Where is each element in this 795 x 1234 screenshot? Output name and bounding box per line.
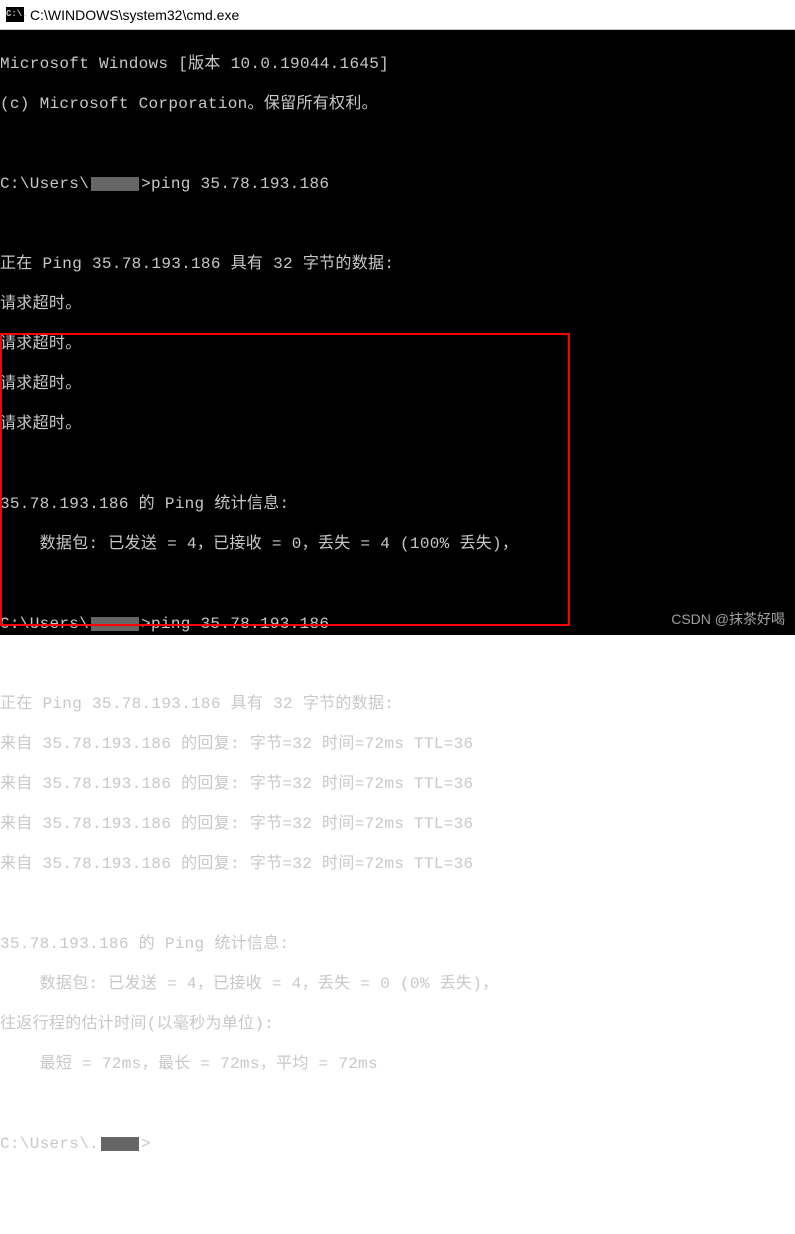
stats-header: 35.78.193.186 的 Ping 统计信息: xyxy=(0,494,795,514)
reply-line: 来自 35.78.193.186 的回复: 字节=32 时间=72ms TTL=… xyxy=(0,774,795,794)
titlebar: C:\. C:\WINDOWS\system32\cmd.exe xyxy=(0,0,795,30)
prompt-line: C:\Users\.> xyxy=(0,1134,795,1154)
blank-line xyxy=(0,214,795,234)
ping-header: 正在 Ping 35.78.193.186 具有 32 字节的数据: xyxy=(0,254,795,274)
timeout-line: 请求超时。 xyxy=(0,294,795,314)
timeout-line: 请求超时。 xyxy=(0,374,795,394)
blank-line xyxy=(0,454,795,474)
reply-line: 来自 35.78.193.186 的回复: 字节=32 时间=72ms TTL=… xyxy=(0,814,795,834)
stats-packets: 数据包: 已发送 = 4，已接收 = 0，丢失 = 4 (100% 丢失)， xyxy=(0,534,795,554)
header-line: Microsoft Windows [版本 10.0.19044.1645] xyxy=(0,54,795,74)
timeout-line: 请求超时。 xyxy=(0,334,795,354)
rtt-header: 往返行程的估计时间(以毫秒为单位): xyxy=(0,1014,795,1034)
stats-header: 35.78.193.186 的 Ping 统计信息: xyxy=(0,934,795,954)
blank-line xyxy=(0,574,795,594)
redacted-username xyxy=(101,1137,139,1151)
stats-packets: 数据包: 已发送 = 4，已接收 = 4，丢失 = 0 (0% 丢失)， xyxy=(0,974,795,994)
timeout-line: 请求超时。 xyxy=(0,414,795,434)
window-title: C:\WINDOWS\system32\cmd.exe xyxy=(30,7,239,23)
cmd-icon: C:\. xyxy=(6,7,24,22)
rtt-values: 最短 = 72ms，最长 = 72ms，平均 = 72ms xyxy=(0,1054,795,1074)
blank-line xyxy=(0,1094,795,1114)
blank-line xyxy=(0,134,795,154)
reply-line: 来自 35.78.193.186 的回复: 字节=32 时间=72ms TTL=… xyxy=(0,854,795,874)
copyright-line: (c) Microsoft Corporation。保留所有权利。 xyxy=(0,94,795,114)
redacted-username xyxy=(91,617,139,631)
terminal-area[interactable]: Microsoft Windows [版本 10.0.19044.1645] (… xyxy=(0,30,795,635)
blank-line xyxy=(0,894,795,914)
ping-header: 正在 Ping 35.78.193.186 具有 32 字节的数据: xyxy=(0,694,795,714)
redacted-username xyxy=(91,177,139,191)
reply-line: 来自 35.78.193.186 的回复: 字节=32 时间=72ms TTL=… xyxy=(0,734,795,754)
blank-line xyxy=(0,654,795,674)
prompt-line: C:\Users\>ping 35.78.193.186 xyxy=(0,174,795,194)
watermark: CSDN @抹茶好喝 xyxy=(671,609,785,629)
